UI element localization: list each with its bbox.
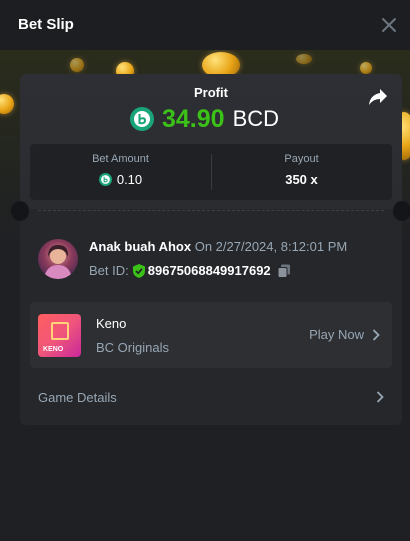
ticket-divider [38,210,384,211]
game-details-label: Game Details [38,390,117,405]
bet-id-value: 89675068849917692 [147,263,271,278]
profit-amount: 34.90 BCD [130,104,279,134]
bet-amount-value: 0.10 [116,172,143,187]
bc-coin-icon [130,107,154,131]
keno-thumbnail-label: KENO [43,346,64,353]
bc-coin-icon [98,173,112,186]
bet-stats: Bet Amount 0.10 Payout 350 x [30,144,392,200]
bet-slip-title: Bet Slip [18,16,74,33]
avatar-image [44,245,72,279]
game-card[interactable]: KENO Keno BC Originals Play Now [30,302,392,368]
bet-amount: Bet Amount 0.10 [30,144,211,200]
play-now-button[interactable]: Play Now [309,327,380,342]
game-details-row[interactable]: Game Details [38,379,384,415]
verified-shield-icon [132,263,145,278]
chevron-right-icon [376,391,384,403]
bettor-name[interactable]: Anak buah Ahox [89,239,191,254]
payout-label: Payout [284,153,319,165]
ticket-notch-left [11,201,29,221]
share-icon[interactable] [368,88,388,106]
bet-amount-row: 0.10 [30,172,211,187]
game-provider: BC Originals [96,340,169,355]
close-icon[interactable] [378,14,400,36]
keno-thumbnail: KENO [38,314,81,357]
copy-icon[interactable] [277,264,291,278]
profit-value: 34.90 [162,104,225,133]
profit-currency: BCD [232,106,280,131]
bettor-info: Anak buah Ahox On 2/27/2024, 8:12:01 PM … [38,239,388,284]
game-name: Keno [96,316,127,331]
bet-id-row: Bet ID: 89675068849917692 [89,263,291,278]
payout-row: 350 x [211,172,392,187]
bet-slip-card: Profit 34.90 BCD Bet Amount 0.10 Payout … [11,74,410,425]
payout: Payout 350 x [211,144,392,200]
bettor-line: Anak buah Ahox On 2/27/2024, 8:12:01 PM [89,239,347,254]
bet-id-label: Bet ID: [89,263,129,278]
header: Bet Slip [0,0,410,50]
bet-amount-label: Bet Amount [92,153,149,165]
profit-label: Profit [194,85,228,100]
chevron-right-icon [372,328,380,341]
profit-panel: Profit 34.90 BCD Bet Amount 0.10 Payout … [20,74,402,209]
bet-date: On 2/27/2024, 8:12:01 PM [194,239,348,254]
play-now-label: Play Now [309,327,364,342]
avatar[interactable] [38,239,78,279]
ticket-notch-right [393,201,410,221]
payout-value: 350 x [285,172,318,187]
